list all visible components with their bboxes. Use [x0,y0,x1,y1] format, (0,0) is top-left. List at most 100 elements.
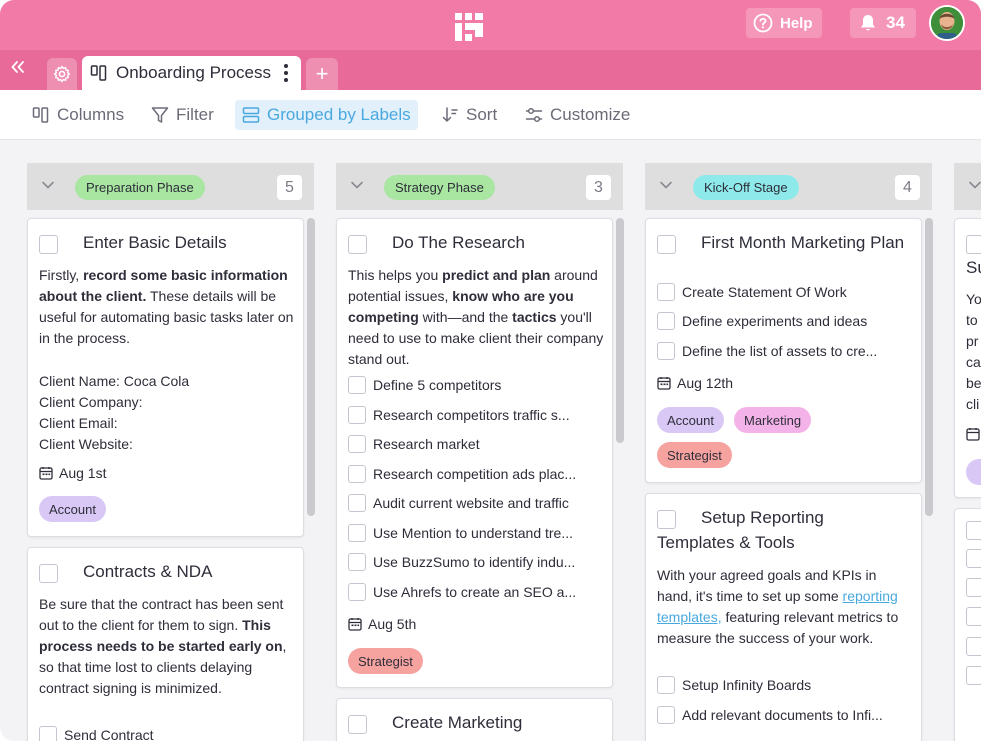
checklist-checkbox[interactable] [348,465,366,483]
column-header-partial[interactable] [954,163,981,210]
checklist-checkbox[interactable] [657,676,675,694]
checklist-checkbox[interactable] [348,583,366,601]
tag-partial[interactable] [966,459,981,485]
chevron-down-icon[interactable] [968,180,981,190]
checklist-checkbox[interactable] [657,706,675,724]
column-scrollbar[interactable] [925,218,933,516]
column-scrollbar[interactable] [616,218,624,443]
user-avatar[interactable] [929,5,965,41]
tag-marketing[interactable]: Marketing [734,407,812,433]
checklist-text: Define the list of assets to cre... [682,343,878,359]
card-checkbox[interactable] [348,715,367,734]
sort-button[interactable]: Sort [434,100,504,130]
app-logo-icon[interactable] [455,13,483,41]
card-due-date[interactable]: Aug 12th [657,373,733,393]
checklist-checkbox[interactable] [657,312,675,330]
card-description: Be sure that the contract has been sent … [39,596,287,696]
chevron-down-icon[interactable] [659,180,673,190]
checklist-item[interactable]: Define the list of assets to cre... [657,340,915,362]
card-due-date[interactable]: Aug 5th [348,614,416,634]
tag-strategist[interactable]: Strategist [657,442,732,468]
tag-account[interactable]: Account [39,496,106,522]
checklist-item[interactable]: Research competitors traffic s... [348,404,606,426]
checklist-item[interactable]: Research market [348,433,606,455]
card-do-the-research[interactable]: Do The Research This helps you predict a… [336,218,613,688]
column-scrollbar[interactable] [307,218,315,516]
checklist-item[interactable]: Audit current website and traffic [348,492,606,514]
card-create-marketing[interactable]: Create Marketing [336,698,613,741]
card-due-date[interactable]: Aug 1st [39,463,106,483]
board-columns-icon [90,65,107,81]
checklist-item[interactable]: Use BuzzSumo to identify indu... [348,551,606,573]
calendar-icon [348,618,362,631]
checklist-item[interactable]: Create Statement Of Work [657,281,915,303]
column-count: 5 [277,175,302,200]
card-partial[interactable]: Su Yo to pr ca be cli [954,218,981,498]
help-button[interactable]: Help [746,8,822,38]
checklist-checkbox[interactable] [348,524,366,542]
card-first-month-marketing-plan[interactable]: First Month Marketing Plan Create Statem… [645,218,922,483]
card-fields: Client Name: Coca Cola Client Company: C… [39,371,297,455]
notifications-button[interactable]: 34 [850,8,916,38]
chevron-down-icon[interactable] [350,180,364,190]
collapse-sidebar-button[interactable] [10,60,36,82]
card-contracts-nda[interactable]: Contracts & NDA Be sure that the contrac… [27,547,304,741]
tag-account[interactable]: Account [657,407,724,433]
checklist-item[interactable]: Setup Infinity Boards [657,674,915,696]
card-checkbox[interactable] [966,235,981,254]
checklist-checkbox[interactable] [966,637,981,656]
field-client-name: Client Name: Coca Cola [39,373,190,389]
card-checkbox[interactable] [348,235,367,254]
customize-button[interactable]: Customize [518,100,637,130]
filter-button[interactable]: Filter [144,100,221,130]
app-window: Help 34 Onboarding Process + Columns Fil… [0,0,981,741]
checklist-checkbox[interactable] [966,666,981,685]
checklist-checkbox[interactable] [348,435,366,453]
checklist-checkbox[interactable] [348,494,366,512]
card-partial-2[interactable] [954,508,981,741]
board-settings-tab[interactable] [47,58,77,90]
card-setup-reporting-templates[interactable]: Setup Reporting Templates & Tools With y… [645,493,922,741]
group-by-button[interactable]: Grouped by Labels [235,100,418,130]
card-checkbox[interactable] [39,564,58,583]
notification-count: 34 [886,13,905,32]
checklist-item[interactable]: Use Ahrefs to create an SEO a... [348,581,606,603]
card-title: Su [966,258,981,277]
checklist-item[interactable]: Research competition ads plac... [348,463,606,485]
column-header-preparation[interactable]: Preparation Phase 5 [27,163,314,210]
columns-label: Columns [57,105,125,124]
checklist-item[interactable]: Define experiments and ideas [657,310,915,332]
checklist-checkbox[interactable] [348,406,366,424]
checklist-item[interactable]: Define 5 competitors [348,374,606,396]
checklist-checkbox[interactable] [966,578,981,597]
columns-icon [32,107,49,123]
checklist-text: Define 5 competitors [373,377,502,393]
checklist-checkbox[interactable] [966,607,981,626]
checklist-item[interactable]: Add relevant documents to Infi... [657,704,915,726]
card-description: Firstly, record some basic information a… [39,267,294,346]
card-enter-basic-details[interactable]: Enter Basic Details Firstly, record some… [27,218,304,537]
checklist-checkbox[interactable] [348,376,366,394]
tag-strategist[interactable]: Strategist [348,648,423,674]
view-toolbar: Columns Filter Grouped by Labels Sort Cu… [0,90,981,140]
checklist-checkbox[interactable] [657,283,675,301]
chevron-down-icon[interactable] [41,180,55,190]
column-label: Preparation Phase [75,175,205,200]
column-header-strategy[interactable]: Strategy Phase 3 [336,163,623,210]
card-checkbox[interactable] [966,521,981,540]
checklist-checkbox[interactable] [657,342,675,360]
add-tab-button[interactable]: + [306,58,338,90]
columns-button[interactable]: Columns [25,100,131,130]
checklist-checkbox[interactable] [966,549,981,568]
field-client-website: Client Website: [39,436,133,452]
checklist-text: Use Mention to understand tre... [373,525,573,541]
tab-menu-icon[interactable] [283,64,289,82]
checklist-item[interactable]: Use Mention to understand tre... [348,522,606,544]
tab-onboarding-process[interactable]: Onboarding Process [82,56,301,90]
double-chevron-left-icon [11,61,24,73]
checklist-checkbox[interactable] [39,726,57,741]
checklist-item[interactable]: Send Contract [39,724,297,741]
checklist-checkbox[interactable] [348,553,366,571]
column-header-kickoff[interactable]: Kick-Off Stage 4 [645,163,932,210]
card-checkbox[interactable] [39,235,58,254]
